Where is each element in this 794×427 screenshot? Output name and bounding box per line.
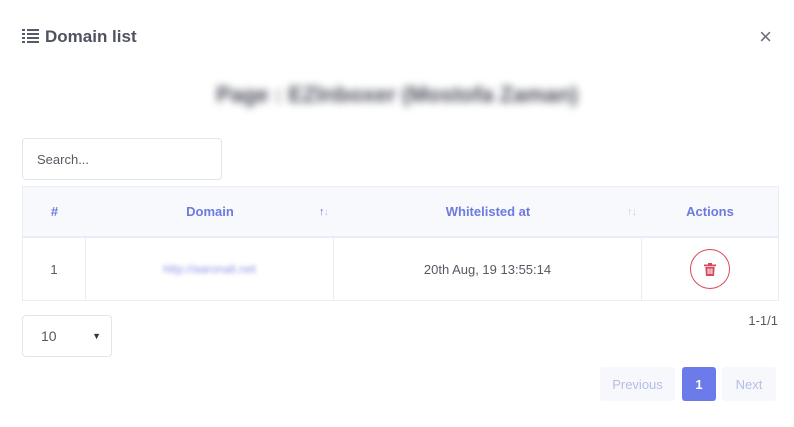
column-header-label: Actions bbox=[686, 204, 734, 219]
per-page-value: 10 bbox=[41, 328, 57, 344]
column-header-domain[interactable]: Domain ↑↓ bbox=[86, 187, 334, 236]
modal-header: Domain list × bbox=[22, 26, 778, 48]
table-header: # Domain ↑↓ Whitelisted at ↑↓ Actions bbox=[23, 187, 778, 238]
range-info: 1-1/1 bbox=[748, 313, 778, 328]
caret-down-icon: ▼ bbox=[92, 331, 101, 341]
page-subtitle: Page : EZInboxer (Mostofa Zaman) bbox=[216, 82, 578, 107]
domain-cell: http://aaronali.net bbox=[86, 238, 334, 300]
list-icon bbox=[22, 29, 39, 43]
column-header-label: Domain bbox=[186, 204, 234, 219]
trash-icon bbox=[704, 262, 716, 276]
domain-link[interactable]: http://aaronali.net bbox=[163, 262, 256, 276]
column-header-label: # bbox=[50, 204, 59, 219]
domain-table: # Domain ↑↓ Whitelisted at ↑↓ Actions 1 … bbox=[22, 186, 779, 301]
column-header-label: Whitelisted at bbox=[445, 204, 531, 219]
delete-button[interactable] bbox=[690, 249, 730, 289]
search-input[interactable] bbox=[22, 138, 222, 180]
previous-page-button[interactable]: Previous bbox=[600, 367, 675, 401]
column-header-index: # bbox=[23, 187, 86, 236]
sort-ascending-icon[interactable]: ↑↓ bbox=[319, 206, 329, 218]
actions-cell bbox=[642, 238, 778, 300]
whitelisted-at-cell: 20th Aug, 19 13:55:14 bbox=[334, 238, 642, 300]
modal-title: Domain list bbox=[45, 27, 137, 46]
column-header-whitelisted-at[interactable]: Whitelisted at ↑↓ bbox=[334, 187, 642, 236]
per-page-select[interactable]: 10 ▼ bbox=[22, 315, 112, 357]
row-index: 1 bbox=[23, 238, 86, 300]
column-header-actions: Actions bbox=[642, 187, 778, 236]
table-row: 1 http://aaronali.net 20th Aug, 19 13:55… bbox=[23, 238, 778, 300]
sort-icon[interactable]: ↑↓ bbox=[627, 206, 637, 218]
next-page-button[interactable]: Next bbox=[722, 367, 776, 401]
close-icon[interactable]: × bbox=[759, 26, 772, 48]
page-1-button[interactable]: 1 bbox=[682, 367, 716, 401]
